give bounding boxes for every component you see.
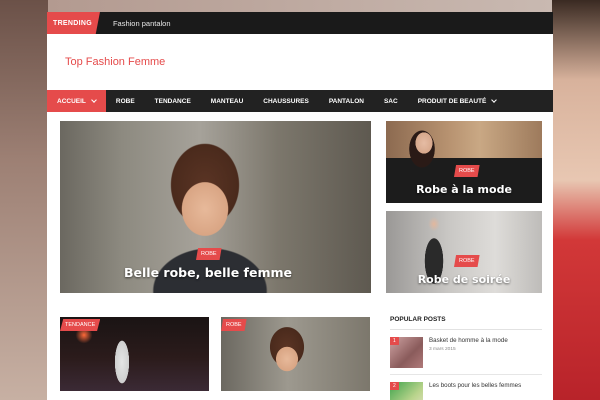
chevron-down-icon: [91, 97, 97, 103]
popular-post-item[interactable]: 2 Les boots pour les belles femmes: [390, 382, 542, 400]
featured-side-title[interactable]: Robe de soirée: [386, 273, 542, 286]
category-badge[interactable]: ROBE: [454, 165, 480, 177]
page-container: TRENDING Fashion pantalon Top Fashion Fe…: [47, 12, 553, 400]
nav-label: ACCUEIL: [57, 97, 86, 105]
popular-post-thumbnail[interactable]: 2: [390, 382, 423, 400]
trending-badge: TRENDING: [47, 12, 100, 34]
nav-label: PRODUIT DE BEAUTÉ: [417, 97, 487, 105]
category-badge[interactable]: TENDANCE: [60, 319, 101, 331]
site-header: Top Fashion Femme: [47, 34, 553, 90]
popular-post-item[interactable]: 1 Basket de homme à la mode 3 mars 2015: [390, 337, 542, 368]
nav-item-chaussures[interactable]: CHAUSSURES: [253, 90, 319, 112]
divider: [390, 374, 542, 375]
popular-post-date: 3 mars 2015: [429, 347, 456, 352]
popular-post-thumbnail[interactable]: 1: [390, 337, 423, 368]
chevron-down-icon: [491, 97, 498, 103]
nav-label: ROBE: [115, 97, 135, 105]
popular-posts-widget: POPULAR POSTS 1 Basket de homme à la mod…: [390, 314, 542, 400]
trending-bar: TRENDING Fashion pantalon: [47, 12, 553, 34]
grid-post-1[interactable]: TENDANCE: [60, 317, 209, 391]
nav-item-pantalon[interactable]: PANTALON: [319, 90, 374, 112]
category-badge[interactable]: ROBE: [196, 248, 222, 260]
featured-main-title[interactable]: Belle robe, belle femme: [60, 265, 356, 280]
nav-label: MANTEAU: [210, 97, 244, 105]
popular-post-number: 2: [390, 382, 399, 390]
nav-label: PANTALON: [328, 97, 364, 105]
popular-posts-heading: POPULAR POSTS: [390, 314, 542, 330]
nav-label: CHAUSSURES: [263, 97, 309, 105]
featured-side-title[interactable]: Robe à la mode: [386, 183, 542, 196]
nav-item-sac[interactable]: SAC: [374, 90, 408, 112]
featured-side-post-2[interactable]: ROBE Robe de soirée: [386, 211, 542, 293]
trending-link[interactable]: Fashion pantalon: [113, 19, 171, 28]
nav-label: SAC: [383, 97, 398, 105]
popular-post-title[interactable]: Basket de homme à la mode: [429, 337, 508, 345]
popular-post-number: 1: [390, 337, 399, 345]
grid-post-2[interactable]: ROBE: [221, 317, 370, 391]
nav-item-manteau[interactable]: MANTEAU: [201, 90, 254, 112]
nav-item-accueil[interactable]: ACCUEIL: [47, 90, 106, 112]
nav-item-produit-de-beaute[interactable]: PRODUIT DE BEAUTÉ: [408, 90, 507, 112]
site-title[interactable]: Top Fashion Femme: [65, 56, 165, 68]
background-left: [0, 0, 48, 400]
main-nav: ACCUEIL ROBE TENDANCE MANTEAU CHAUSSURES…: [47, 90, 553, 112]
featured-side-post-1[interactable]: ROBE Robe à la mode: [386, 121, 542, 203]
category-badge[interactable]: ROBE: [454, 255, 480, 267]
category-badge[interactable]: ROBE: [221, 319, 247, 331]
featured-main-post[interactable]: ROBE Belle robe, belle femme: [60, 121, 371, 293]
nav-item-robe[interactable]: ROBE: [106, 90, 145, 112]
nav-item-tendance[interactable]: TENDANCE: [145, 90, 201, 112]
background-right: [552, 0, 600, 400]
popular-post-title[interactable]: Les boots pour les belles femmes: [429, 382, 521, 390]
nav-label: TENDANCE: [154, 97, 191, 105]
